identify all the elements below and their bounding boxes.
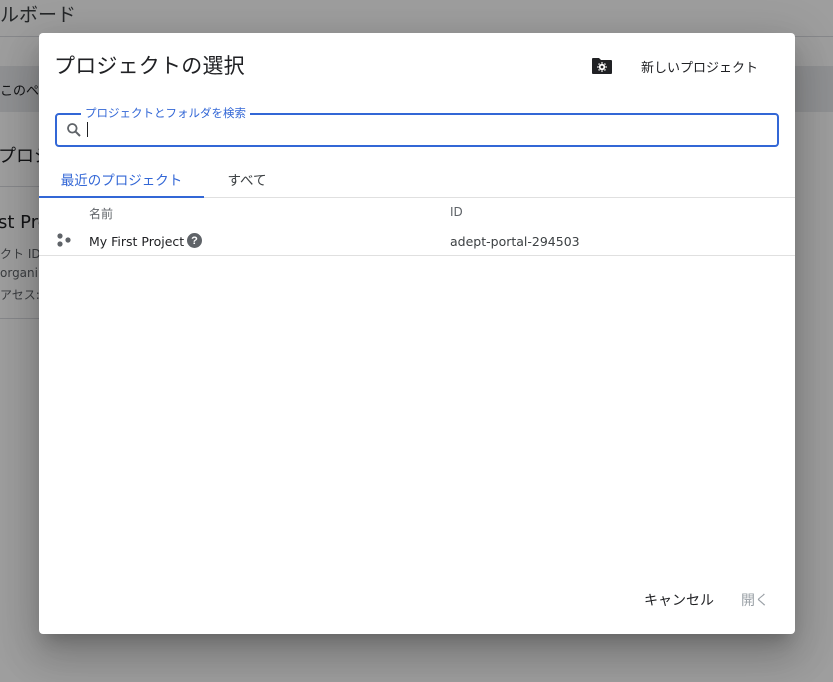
- column-header-id[interactable]: ID: [450, 205, 463, 219]
- search-field[interactable]: プロジェクトとフォルダを検索: [55, 105, 779, 147]
- new-project-label: 新しいプロジェクト: [641, 60, 759, 76]
- search-icon: [66, 122, 82, 138]
- tab-recent-projects[interactable]: 最近のプロジェクト: [39, 161, 204, 198]
- project-name[interactable]: My First Project: [89, 234, 184, 249]
- project-hub-icon: [56, 232, 72, 248]
- open-button[interactable]: 開く: [733, 585, 777, 615]
- project-select-dialog: プロジェクトの選択 新しいプロジェクト プロジェクトとフォルダを検索 最近のプロ…: [39, 33, 795, 634]
- table-header: 名前 ID: [39, 199, 795, 225]
- project-tabs: 最近のプロジェクト すべて: [39, 161, 795, 198]
- table-row[interactable]: My First Project ? adept-portal-294503: [39, 225, 795, 256]
- project-id: adept-portal-294503: [450, 234, 580, 249]
- tab-all[interactable]: すべて: [204, 161, 290, 197]
- search-input[interactable]: [85, 119, 765, 141]
- dialog-title: プロジェクトの選択: [54, 54, 245, 78]
- folder-settings-icon: [591, 55, 613, 77]
- cancel-button[interactable]: キャンセル: [636, 585, 722, 615]
- new-project-button[interactable]: 新しいプロジェクト: [591, 49, 758, 83]
- help-icon[interactable]: ?: [187, 233, 202, 248]
- text-caret: [87, 122, 88, 137]
- column-header-name[interactable]: 名前: [89, 205, 113, 222]
